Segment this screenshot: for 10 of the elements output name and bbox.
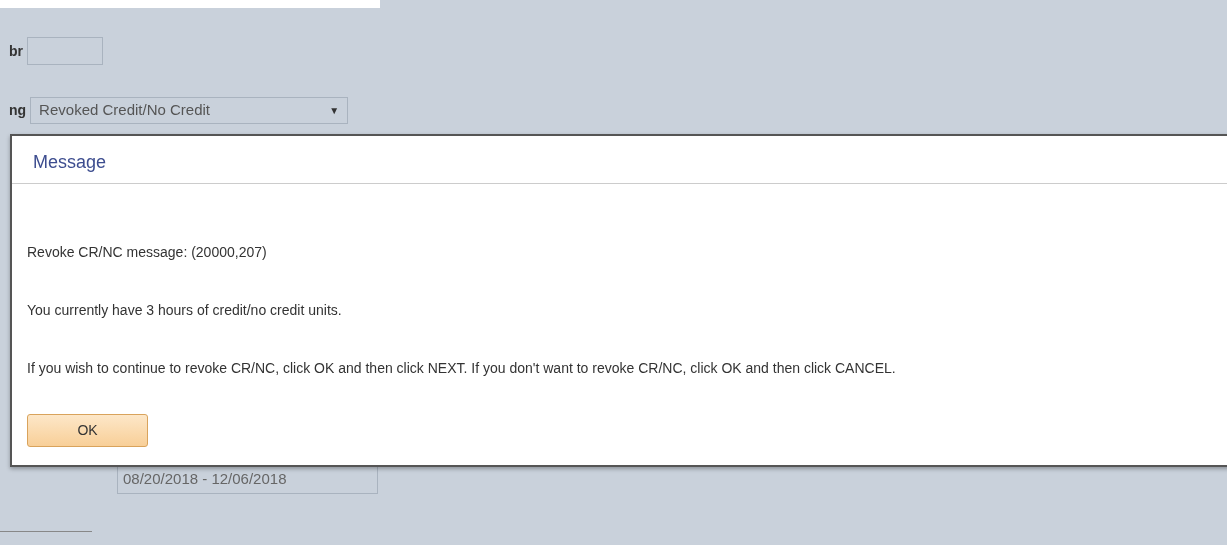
dialog-title: Message — [33, 152, 107, 172]
dropdown-arrow-icon: ▼ — [329, 103, 340, 118]
message-text: If you wish to continue to revoke CR/NC, click OK and then click NEXT. If you don't want to revoke CR/NC, click OK and then click CANCEL. — [27, 360, 897, 376]
field-label: ng — [9, 101, 27, 120]
ok-button[interactable]: OK — [27, 414, 148, 447]
field-label: br — [9, 41, 23, 61]
message-text: Revoke CR/NC message: (20000,207) — [27, 244, 268, 260]
number-field[interactable] — [27, 37, 103, 65]
grading-dropdown[interactable]: Revoked Credit/No Credit ▼ — [30, 97, 349, 124]
message-text: You currently have 3 hours of credit/no credit units. — [27, 302, 343, 318]
